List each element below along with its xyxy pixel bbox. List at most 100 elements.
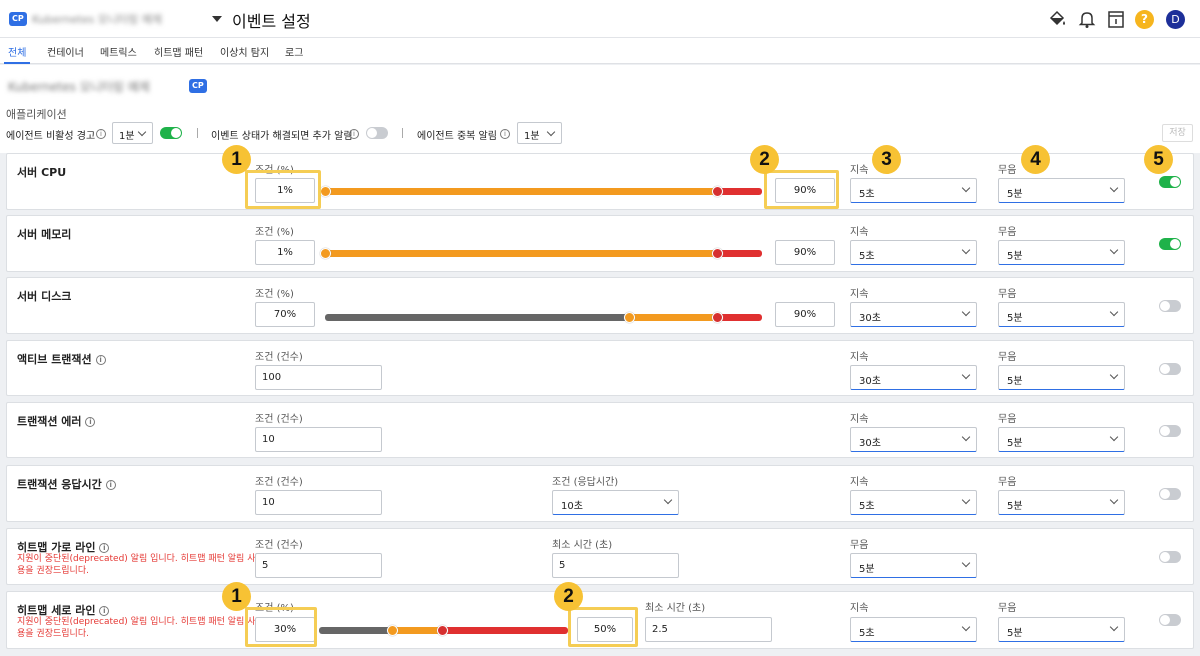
active-tab-indicator: [4, 62, 30, 64]
callout-badge: 1: [222, 582, 251, 611]
callout-badge: 3: [872, 145, 901, 174]
mute-select[interactable]: 5분: [850, 553, 977, 578]
enable-toggle[interactable]: [1159, 238, 1181, 250]
inactive-alert-label: 에이전트 비활성 경고: [6, 131, 96, 142]
mute-select[interactable]: 5분: [998, 178, 1125, 203]
document-icon[interactable]: [1106, 9, 1126, 29]
info-icon[interactable]: i: [500, 129, 510, 139]
deprecated-notice: 지원이 중단된(deprecated) 알림 입니다. 히트맵 패턴 알림 사용…: [17, 554, 256, 576]
enable-toggle[interactable]: [1159, 614, 1181, 626]
paint-bucket-icon[interactable]: [1047, 9, 1067, 29]
select-value: 5분: [1007, 313, 1023, 324]
slider-handle-high[interactable]: [712, 312, 723, 323]
count-input[interactable]: 5: [255, 553, 382, 578]
slider-handle-low[interactable]: [624, 312, 635, 323]
mute-select[interactable]: 5분: [998, 427, 1125, 452]
chevron-down-icon: [1109, 622, 1119, 632]
enable-toggle[interactable]: [1159, 425, 1181, 437]
high-threshold-input[interactable]: 90%: [775, 302, 835, 327]
info-icon[interactable]: i: [95, 355, 106, 365]
info-icon[interactable]: i: [85, 417, 96, 427]
row-title: 트랜잭션 에러 i: [17, 413, 96, 429]
field-label: 무음: [850, 540, 869, 551]
deprecated-notice: 지원이 중단된(deprecated) 알림 입니다. 히트맵 패턴 알림 사용…: [17, 617, 256, 639]
tab-log[interactable]: 로그: [285, 44, 303, 59]
tab-metrics[interactable]: 메트릭스: [100, 44, 137, 59]
save-button[interactable]: 저장: [1162, 124, 1193, 142]
info-icon[interactable]: i: [96, 129, 106, 139]
toggle-knob: [1160, 426, 1170, 436]
enable-toggle[interactable]: [1159, 300, 1181, 312]
min-time-input[interactable]: 2.5: [645, 617, 772, 642]
count-input[interactable]: 10: [255, 427, 382, 452]
count-input[interactable]: 10: [255, 490, 382, 515]
info-icon[interactable]: i: [99, 543, 110, 553]
field-label: 조건 (%): [255, 227, 294, 238]
select-value: 5분: [1007, 438, 1023, 449]
high-threshold-input[interactable]: 90%: [775, 240, 835, 265]
chevron-down-icon: [961, 622, 971, 632]
chevron-down-icon: [546, 127, 556, 137]
slider-handle-high[interactable]: [437, 625, 448, 636]
tab-container[interactable]: 컨테이너: [47, 44, 84, 59]
chevron-down-icon: [1109, 432, 1119, 442]
callout-badge: 2: [554, 582, 583, 611]
settings-header: [0, 65, 1200, 153]
mute-select[interactable]: 5분: [998, 240, 1125, 265]
resolve-alert-toggle[interactable]: [366, 127, 388, 139]
alert-row-heatmap-horizontal-line: 히트맵 가로 라인 i 지원이 중단된(deprecated) 알림 입니다. …: [6, 528, 1194, 585]
response-time-select[interactable]: 10초: [552, 490, 679, 515]
info-icon[interactable]: i: [105, 480, 116, 490]
info-icon[interactable]: i: [99, 606, 110, 616]
info-icon[interactable]: i: [349, 129, 359, 139]
duration-select[interactable]: 5초: [850, 240, 977, 265]
field-label: 조건 (응답시간): [552, 477, 619, 488]
mute-select[interactable]: 5분: [998, 490, 1125, 515]
tab-anomaly[interactable]: 이상치 탐지: [220, 44, 269, 59]
enable-toggle[interactable]: [1159, 176, 1181, 188]
enable-toggle[interactable]: [1159, 551, 1181, 563]
chevron-down-icon: [663, 495, 673, 505]
row-title: 서버 디스크: [17, 290, 72, 303]
mute-select[interactable]: 5분: [998, 617, 1125, 642]
toggle-knob: [171, 128, 181, 138]
slider-handle-low[interactable]: [320, 186, 331, 197]
select-value: 1분: [119, 131, 135, 142]
avatar[interactable]: D: [1166, 10, 1185, 29]
tab-heatmap-pattern[interactable]: 히트맵 패턴: [154, 44, 203, 59]
low-threshold-input[interactable]: 1%: [255, 240, 315, 265]
inactive-alert-interval-select[interactable]: 1분: [112, 122, 153, 144]
project-name[interactable]: Kubernetes 모니터링 예제: [32, 11, 162, 27]
slider-handle-high[interactable]: [712, 248, 723, 259]
bell-icon[interactable]: [1077, 9, 1097, 29]
select-value: 5초: [859, 189, 875, 200]
duration-select[interactable]: 5초: [850, 490, 977, 515]
duration-select[interactable]: 5초: [850, 617, 977, 642]
project-dropdown-icon[interactable]: [212, 16, 222, 22]
mute-select[interactable]: 5분: [998, 302, 1125, 327]
slider-handle-high[interactable]: [712, 186, 723, 197]
duplicate-alert-interval-select[interactable]: 1분: [517, 122, 562, 144]
field-label: 지속: [850, 477, 869, 488]
duration-select[interactable]: 30초: [850, 427, 977, 452]
duration-select[interactable]: 30초: [850, 365, 977, 390]
duplicate-alert-label: 에이전트 중복 알림: [417, 131, 497, 142]
select-value: 5분: [1007, 251, 1023, 262]
slider-handle-low[interactable]: [387, 625, 398, 636]
inactive-alert-toggle[interactable]: [160, 127, 182, 139]
slider-handle-low[interactable]: [320, 248, 331, 259]
help-icon[interactable]: ?: [1135, 10, 1154, 29]
mute-select[interactable]: 5분: [998, 365, 1125, 390]
chevron-down-icon: [961, 245, 971, 255]
duration-select[interactable]: 30초: [850, 302, 977, 327]
toggle-knob: [1170, 177, 1180, 187]
section-label: 애플리케이션: [6, 108, 67, 121]
low-threshold-input[interactable]: 70%: [255, 302, 315, 327]
slider-track-orange: [325, 250, 717, 257]
count-input[interactable]: 100: [255, 365, 382, 390]
min-time-input[interactable]: 5: [552, 553, 679, 578]
enable-toggle[interactable]: [1159, 488, 1181, 500]
enable-toggle[interactable]: [1159, 363, 1181, 375]
tab-all[interactable]: 전체: [8, 44, 26, 59]
duration-select[interactable]: 5초: [850, 178, 977, 203]
